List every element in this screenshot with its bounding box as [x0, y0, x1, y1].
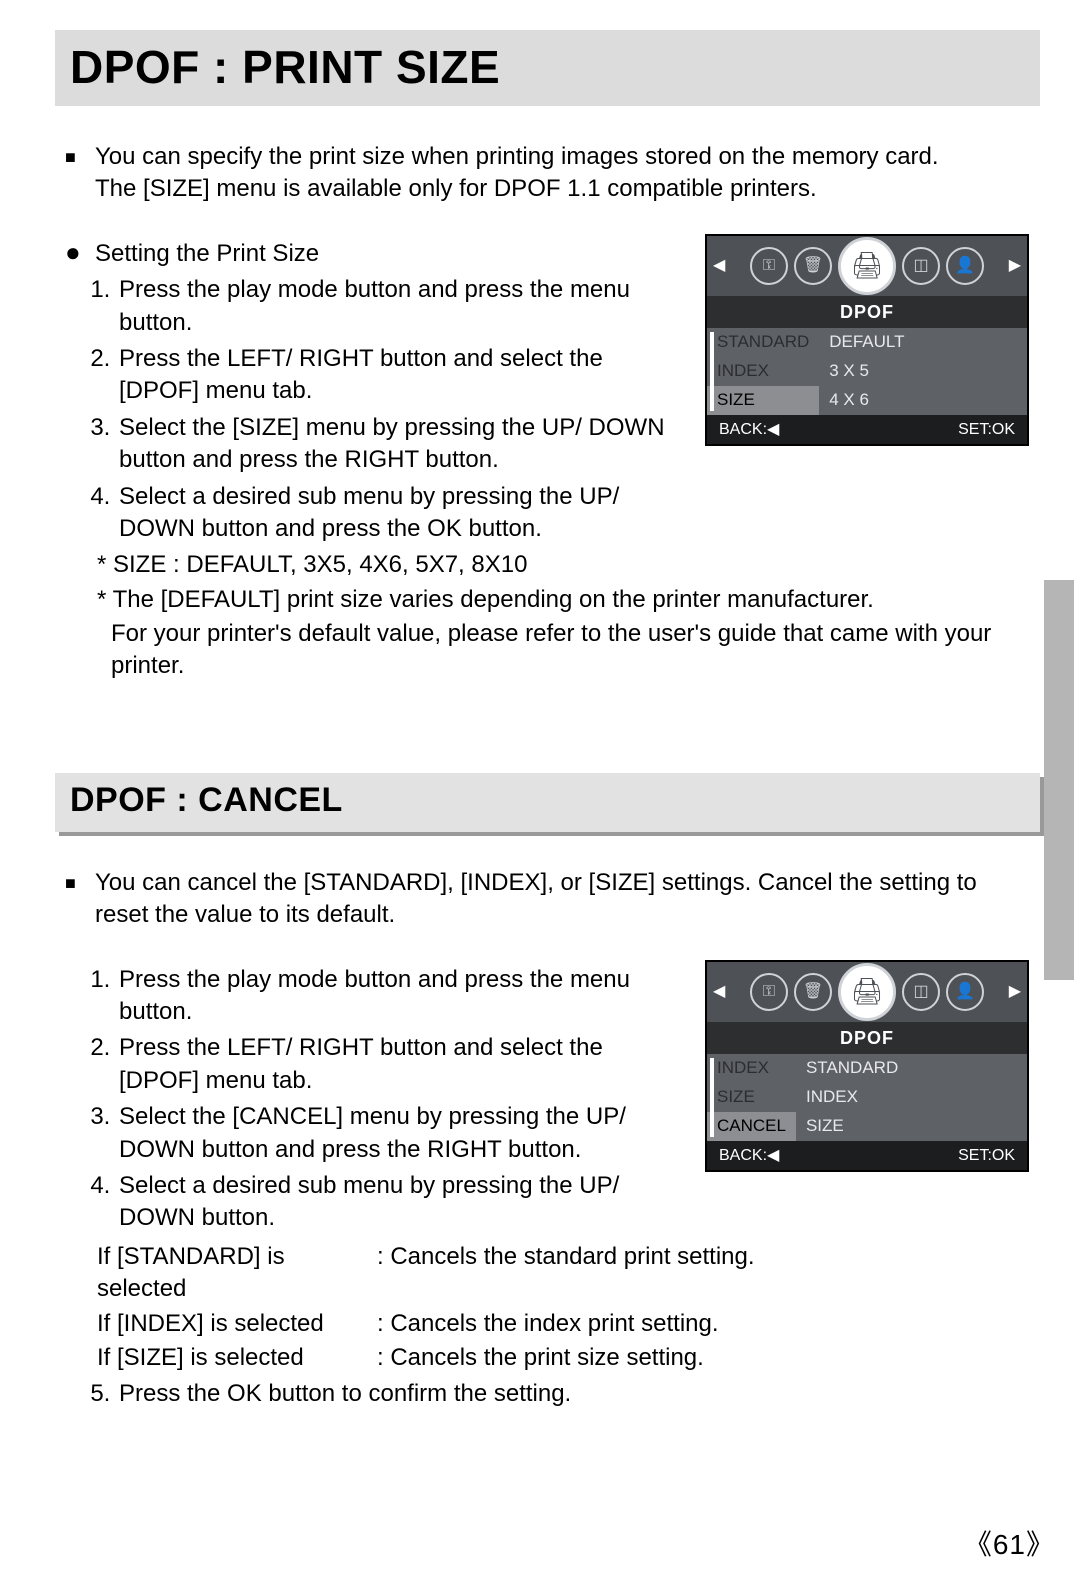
lcd1-right-2: 4 X 6: [819, 386, 1080, 415]
trash-icon: 🗑: [794, 247, 832, 285]
s2-step-2: Press the LEFT/ RIGHT button and select …: [117, 1032, 685, 1097]
lcd1-right-col: DEFAULT 3 X 5 4 X 6: [819, 328, 1080, 415]
cond-size: If [SIZE] is selected : Cancels the prin…: [65, 1342, 1030, 1374]
section2-title-bar: DPOF : CANCEL: [55, 773, 1040, 832]
section1-title-bar: DPOF : PRINT SIZE: [55, 30, 1040, 106]
left-arrow-icon: ◀: [713, 981, 725, 1003]
lcd2-right-2: SIZE: [796, 1112, 1080, 1141]
section1-steps: Press the play mode button and press the…: [65, 274, 685, 545]
lcd-cancel: ◀ ⚿ 🗑 🖨 ◫ 👤 ▶ DPOF INDEX: [705, 960, 1029, 1173]
page-number: 《61》: [964, 1523, 1055, 1563]
intro-line-2: The [SIZE] menu is available only for DP…: [95, 175, 817, 202]
section2-intro-text: You can cancel the [STANDARD], [INDEX], …: [95, 867, 1030, 932]
side-tab: [1044, 580, 1074, 980]
cond-size-label: If [SIZE] is selected: [97, 1342, 377, 1374]
right-arrow-icon: ▶: [1009, 255, 1021, 277]
section1-subheading: ● Setting the Print Size: [65, 238, 685, 270]
lcd-icon-row: ◀ ⚿ 🗑 🖨 ◫ 👤 ▶: [707, 962, 1027, 1022]
lcd2-right-col: STANDARD INDEX SIZE: [796, 1054, 1080, 1141]
dot-bullet-icon: ●: [65, 238, 95, 270]
key-icon: ⚿: [750, 247, 788, 285]
cond-size-desc: : Cancels the print size setting.: [377, 1342, 704, 1374]
lcd2-foot-left: BACK:◀: [719, 1145, 779, 1167]
square-bullet-icon: ■: [65, 867, 95, 932]
lcd1-left-col: STANDARD INDEX SIZE: [707, 328, 819, 415]
section2-step5-list: Press the OK button to confirm the setti…: [65, 1378, 1030, 1410]
lcd2-foot-right: SET:OK: [958, 1145, 1015, 1167]
lcd2-left-2: CANCEL: [707, 1112, 796, 1141]
step-1: Press the play mode button and press the…: [117, 274, 685, 339]
right-arrow-icon: ▶: [1009, 981, 1021, 1003]
lcd1-right-0: DEFAULT: [819, 328, 1080, 357]
lcd1-right-1: 3 X 5: [819, 357, 1080, 386]
frame-icon: ◫: [902, 247, 940, 285]
lcd1-left-1: INDEX: [707, 357, 819, 386]
cond-index: If [INDEX] is selected : Cancels the ind…: [65, 1308, 1030, 1340]
section2-title: DPOF : CANCEL: [70, 781, 1025, 820]
lcd2-title: DPOF: [707, 1022, 1027, 1054]
note-sizes: * SIZE : DEFAULT, 3X5, 4X6, 5X7, 8X10: [65, 549, 685, 581]
cond-standard-label: If [STANDARD] is selected: [97, 1241, 377, 1306]
lcd2-right-1: INDEX: [796, 1083, 1080, 1112]
lcd1-left-0: STANDARD: [707, 328, 819, 357]
cond-standard-desc: : Cancels the standard print setting.: [377, 1241, 755, 1306]
lcd1-left-2: SIZE: [707, 386, 819, 415]
cond-index-desc: : Cancels the index print setting.: [377, 1308, 719, 1340]
lcd1-foot-left: BACK:◀: [719, 419, 779, 441]
lcd1-foot-right: SET:OK: [958, 419, 1015, 441]
left-arrow-icon: ◀: [713, 255, 725, 277]
note-default-1: * The [DEFAULT] print size varies depend…: [65, 584, 1030, 616]
lcd2-right-0: STANDARD: [796, 1054, 1080, 1083]
s2-step-3: Select the [CANCEL] menu by pressing the…: [117, 1101, 685, 1166]
head-icon: 👤: [946, 247, 984, 285]
subheading-text: Setting the Print Size: [95, 238, 319, 270]
intro-line-1: You can specify the print size when prin…: [95, 143, 939, 170]
step-4: Select a desired sub menu by pressing th…: [117, 481, 685, 546]
s2-step-5: Press the OK button to confirm the setti…: [117, 1378, 1030, 1410]
square-bullet-icon: ■: [65, 141, 95, 206]
section1-title: DPOF : PRINT SIZE: [70, 40, 1025, 94]
frame-icon: ◫: [902, 973, 940, 1011]
lcd-icon-row: ◀ ⚿ 🗑 🖨 ◫ 👤 ▶: [707, 236, 1027, 296]
s2-step-4: Select a desired sub menu by pressing th…: [117, 1170, 685, 1235]
note-default-2: For your printer's default value, please…: [65, 618, 1030, 683]
section2-intro: ■ You can cancel the [STANDARD], [INDEX]…: [65, 867, 1030, 932]
head-icon: 👤: [946, 973, 984, 1011]
lcd-size: ◀ ⚿ 🗑 🖨 ◫ 👤 ▶ DPOF STANDARD: [705, 234, 1029, 447]
trash-icon: 🗑: [794, 973, 832, 1011]
s2-step-1: Press the play mode button and press the…: [117, 964, 685, 1029]
lcd1-title: DPOF: [707, 296, 1027, 328]
print-icon: 🖨: [838, 963, 896, 1021]
step-2: Press the LEFT/ RIGHT button and select …: [117, 343, 685, 408]
section1-intro: ■ You can specify the print size when pr…: [65, 141, 1030, 206]
lcd2-left-1: SIZE: [707, 1083, 796, 1112]
cond-standard: If [STANDARD] is selected : Cancels the …: [65, 1241, 1030, 1306]
section2-steps: Press the play mode button and press the…: [65, 964, 685, 1235]
key-icon: ⚿: [750, 973, 788, 1011]
lcd2-left-0: INDEX: [707, 1054, 796, 1083]
lcd2-left-col: INDEX SIZE CANCEL: [707, 1054, 796, 1141]
print-icon: 🖨: [838, 237, 896, 295]
step-3: Select the [SIZE] menu by pressing the U…: [117, 412, 685, 477]
cond-index-label: If [INDEX] is selected: [97, 1308, 377, 1340]
